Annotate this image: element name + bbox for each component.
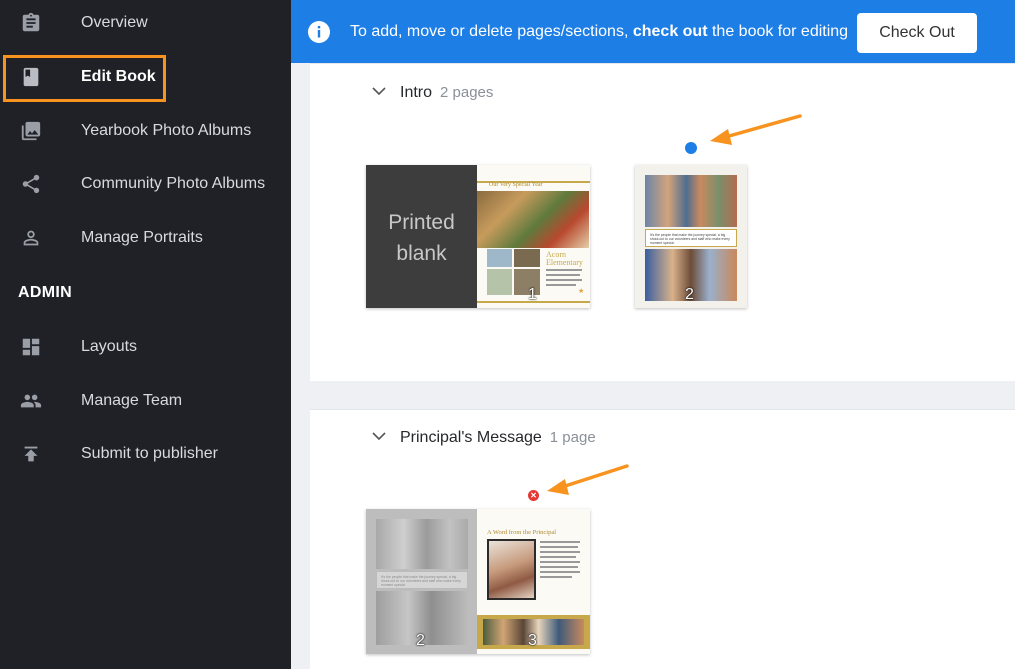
check-out-button[interactable]: Check Out xyxy=(857,13,977,53)
text-line xyxy=(546,274,580,276)
sidebar-item-label: Manage Portraits xyxy=(81,229,203,246)
sidebar: Overview Edit Book Yearbook Photo Albums… xyxy=(0,0,291,669)
section-page-count: 2 pages xyxy=(440,84,494,101)
section-title: Principal's Message xyxy=(400,429,542,446)
photo-library-icon xyxy=(21,121,41,141)
chevron-down-icon[interactable] xyxy=(372,86,386,96)
sidebar-item-label: Submit to publisher xyxy=(81,445,218,462)
page-spread-2[interactable]: It's the people that make the journey sp… xyxy=(635,165,747,308)
sidebar-item-label: Layouts xyxy=(81,338,138,355)
sidebar-item-manage-portraits[interactable]: Manage Portraits xyxy=(0,218,291,258)
share-icon xyxy=(22,174,40,194)
principal-page: A Word from the Principal 3 xyxy=(477,509,590,654)
highlight-annotation-box xyxy=(3,55,166,102)
classroom-photo xyxy=(477,191,589,248)
page-header-text: A Word from the Principal xyxy=(487,529,557,536)
page-number: 3 xyxy=(528,632,537,649)
section-intro: Intro 2 pages Printed blank Our Very Spe… xyxy=(310,63,1015,381)
insert-indicator-dot[interactable] xyxy=(685,142,697,154)
dashboard-icon xyxy=(22,338,40,356)
page-spread-3[interactable]: It's the people that make the journey sp… xyxy=(366,509,590,654)
text-line xyxy=(546,284,576,286)
ghost-photos-top xyxy=(376,519,468,569)
main-content: To add, move or delete pages/sections, c… xyxy=(291,0,1015,669)
sidebar-item-overview[interactable]: Overview xyxy=(0,3,291,43)
banner-message-bold: check out xyxy=(632,23,708,40)
sidebar-item-label: Overview xyxy=(81,14,148,31)
text-line xyxy=(540,576,572,578)
text-line xyxy=(540,556,576,558)
sidebar-item-manage-team[interactable]: Manage Team xyxy=(0,381,291,421)
text-line xyxy=(546,269,582,271)
section-principals-message: Principal's Message 1 page ✕ It's the pe… xyxy=(310,409,1015,669)
sidebar-item-layouts[interactable]: Layouts xyxy=(0,327,291,367)
printed-blank-label: Printed blank xyxy=(366,207,477,269)
text-line xyxy=(546,279,582,281)
upload-icon xyxy=(24,446,38,462)
ghost-caption-box: It's the people that make the journey sp… xyxy=(376,571,468,589)
printed-blank-page: Printed blank xyxy=(366,165,477,308)
text-line xyxy=(540,561,580,563)
text-line xyxy=(540,546,578,548)
info-icon xyxy=(308,21,330,43)
people-icon xyxy=(20,394,42,408)
annotation-arrow-icon xyxy=(710,114,802,145)
title-page: Our Very Special Year Acorn Elementary ★… xyxy=(477,165,590,308)
printed-blank-line1: Printed xyxy=(388,211,455,234)
text-line xyxy=(540,541,580,543)
thumb-photo xyxy=(514,249,540,267)
delete-indicator-icon[interactable]: ✕ xyxy=(528,490,539,501)
person-icon xyxy=(23,230,39,246)
section-header[interactable]: Principal's Message 1 page xyxy=(372,429,596,447)
caption-box: It's the people that make the journey sp… xyxy=(645,229,737,247)
chevron-down-icon[interactable] xyxy=(372,431,386,441)
sidebar-item-submit-to-publisher[interactable]: Submit to publisher xyxy=(0,434,291,474)
section-title: Intro xyxy=(400,84,433,101)
clipboard-icon xyxy=(22,12,40,32)
school-name: Acorn Elementary xyxy=(546,251,583,267)
printed-blank-line2: blank xyxy=(396,242,447,265)
checkout-info-banner: To add, move or delete pages/sections, c… xyxy=(291,0,1015,63)
ghost-caption-text: It's the people that make the journey sp… xyxy=(381,575,461,587)
text-line xyxy=(540,571,580,573)
sidebar-item-label: Yearbook Photo Albums xyxy=(81,122,252,139)
page-spread-1[interactable]: Printed blank Our Very Special Year Acor… xyxy=(366,165,590,308)
banner-message: To add, move or delete pages/sections, c… xyxy=(350,23,848,41)
principal-photo xyxy=(487,539,536,600)
star-icon: ★ xyxy=(578,288,585,295)
page-number: 1 xyxy=(528,286,537,303)
banner-message-suffix: the book for editing xyxy=(707,23,849,40)
thumb-photo xyxy=(487,269,512,295)
sidebar-item-label: Manage Team xyxy=(81,392,183,409)
collage-page: It's the people that make the journey sp… xyxy=(635,165,747,308)
annotation-arrow-icon xyxy=(547,464,629,495)
sidebar-item-label: Community Photo Albums xyxy=(81,175,266,192)
section-page-count: 1 page xyxy=(549,429,596,446)
text-line xyxy=(540,566,578,568)
banner-message-prefix: To add, move or delete pages/sections, xyxy=(350,23,633,40)
page-header-text: Our Very Special Year xyxy=(489,182,543,188)
thumb-photo xyxy=(487,249,512,267)
sidebar-item-community-photo-albums[interactable]: Community Photo Albums xyxy=(0,164,291,204)
section-header[interactable]: Intro 2 pages xyxy=(372,84,493,102)
sidebar-item-yearbook-photo-albums[interactable]: Yearbook Photo Albums xyxy=(0,111,291,151)
caption-text: It's the people that make the journey sp… xyxy=(650,233,730,245)
collage-photos-top xyxy=(645,175,737,227)
ghost-collage-page: It's the people that make the journey sp… xyxy=(366,509,477,654)
page-number: 2 xyxy=(685,286,694,303)
page-number: 2 xyxy=(416,632,425,649)
admin-section-header: ADMIN xyxy=(18,284,72,301)
text-line xyxy=(540,551,580,553)
school-name-line2: Elementary xyxy=(546,258,583,267)
